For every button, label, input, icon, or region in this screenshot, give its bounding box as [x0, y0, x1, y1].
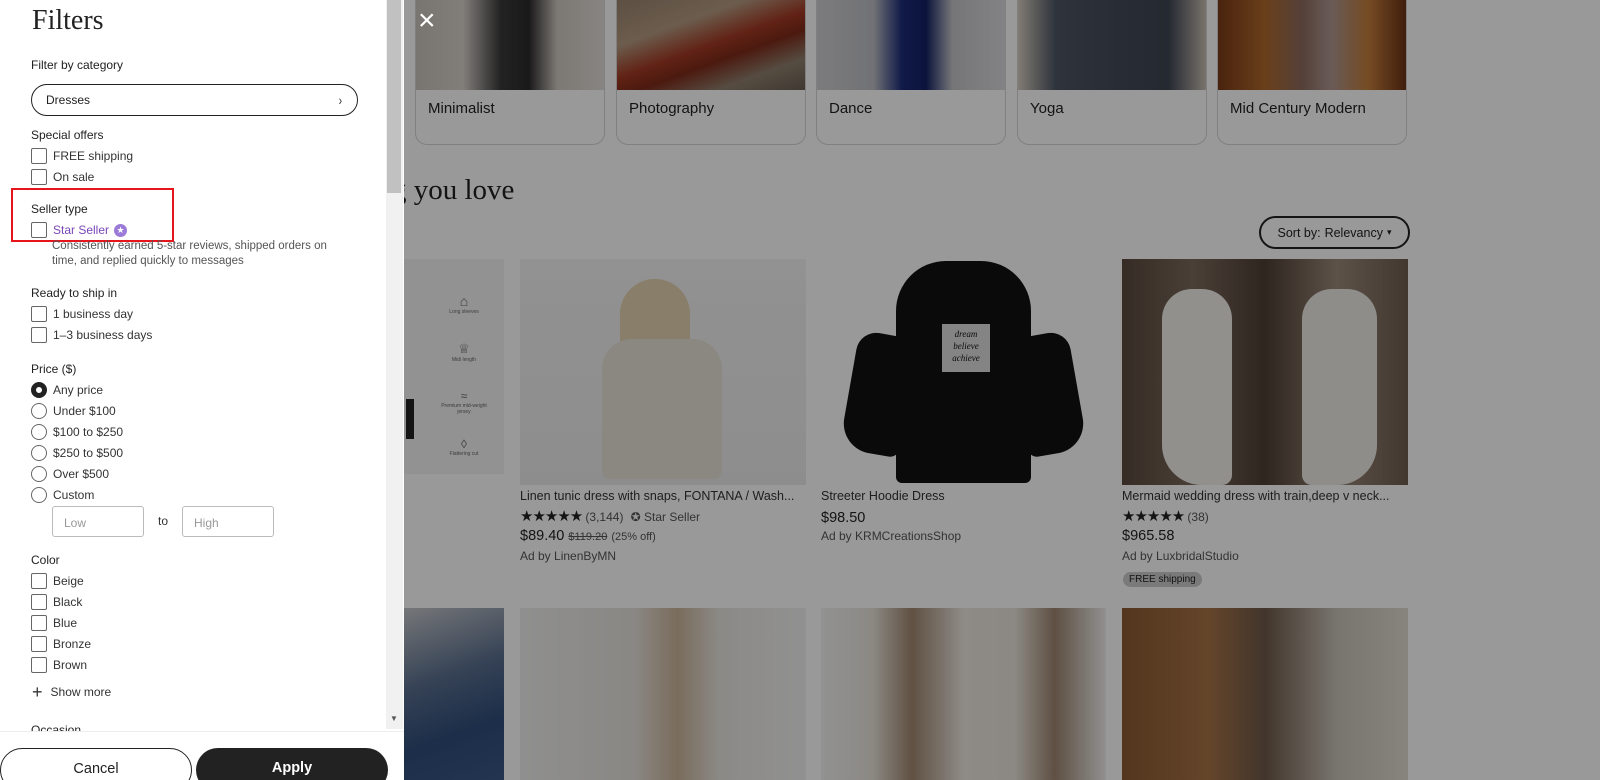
star-seller-label: Star Seller [53, 223, 110, 237]
category-label: Filter by category [31, 58, 124, 72]
option-free-shipping[interactable]: FREE shipping [31, 148, 133, 164]
checkbox[interactable] [31, 615, 47, 631]
checkbox[interactable] [31, 306, 47, 322]
option-250-to-500[interactable]: $250 to $500 [31, 445, 123, 461]
range-to-label: to [158, 514, 169, 528]
seller-type-label: Seller type [31, 202, 88, 216]
star-seller-description: Consistently earned 5-star reviews, ship… [52, 240, 327, 267]
filters-panel: Filters Filter by category Dresses › Spe… [0, 0, 404, 780]
checkbox[interactable] [31, 222, 47, 238]
show-more-button[interactable]: + Show more [32, 682, 111, 702]
radio[interactable] [31, 403, 47, 419]
radio[interactable] [31, 445, 47, 461]
checkbox[interactable] [31, 636, 47, 652]
option-custom[interactable]: Custom [31, 487, 94, 503]
category-value: Dresses [46, 93, 91, 107]
scrollbar-thumb[interactable] [387, 0, 401, 193]
star-seller-icon: ★ [114, 223, 128, 237]
radio[interactable] [31, 466, 47, 482]
option-100-to-250[interactable]: $100 to $250 [31, 424, 123, 440]
price-high-input[interactable]: High [182, 506, 274, 537]
option-color-bronze[interactable]: Bronze [31, 636, 91, 652]
option-color-brown[interactable]: Brown [31, 657, 87, 673]
checkbox[interactable] [31, 148, 47, 164]
option-color-blue[interactable]: Blue [31, 615, 77, 631]
checkbox[interactable] [31, 573, 47, 589]
option-on-sale[interactable]: On sale [31, 169, 94, 185]
price-low-input[interactable]: Low [52, 506, 144, 537]
radio[interactable] [31, 487, 47, 503]
option-any-price[interactable]: Any price [31, 382, 103, 398]
apply-button[interactable]: Apply [196, 748, 388, 780]
option-color-black[interactable]: Black [31, 594, 82, 610]
price-label: Price ($) [31, 362, 77, 376]
option-1-business-day[interactable]: 1 business day [31, 306, 133, 322]
ready-to-ship-label: Ready to ship in [31, 286, 118, 300]
chevron-right-icon: › [339, 92, 343, 108]
category-select[interactable]: Dresses › [31, 84, 358, 116]
cancel-button[interactable]: Cancel [0, 748, 192, 780]
checkbox[interactable] [31, 594, 47, 610]
checkbox[interactable] [31, 327, 47, 343]
option-color-beige[interactable]: Beige [31, 573, 84, 589]
option-star-seller[interactable]: Star Seller ★ [31, 222, 128, 238]
checkbox[interactable] [31, 169, 47, 185]
option-under-100[interactable]: Under $100 [31, 403, 116, 419]
special-offers-label: Special offers [31, 128, 104, 142]
plus-icon: + [32, 682, 43, 702]
close-icon[interactable]: × [418, 6, 436, 36]
radio[interactable] [31, 424, 47, 440]
color-label: Color [31, 553, 60, 567]
filters-title: Filters [32, 5, 104, 36]
checkbox[interactable] [31, 657, 47, 673]
scroll-down-arrow-icon[interactable]: ▼ [390, 714, 398, 723]
radio-selected[interactable] [31, 382, 47, 398]
option-over-500[interactable]: Over $500 [31, 466, 109, 482]
option-1-3-business-days[interactable]: 1–3 business days [31, 327, 152, 343]
